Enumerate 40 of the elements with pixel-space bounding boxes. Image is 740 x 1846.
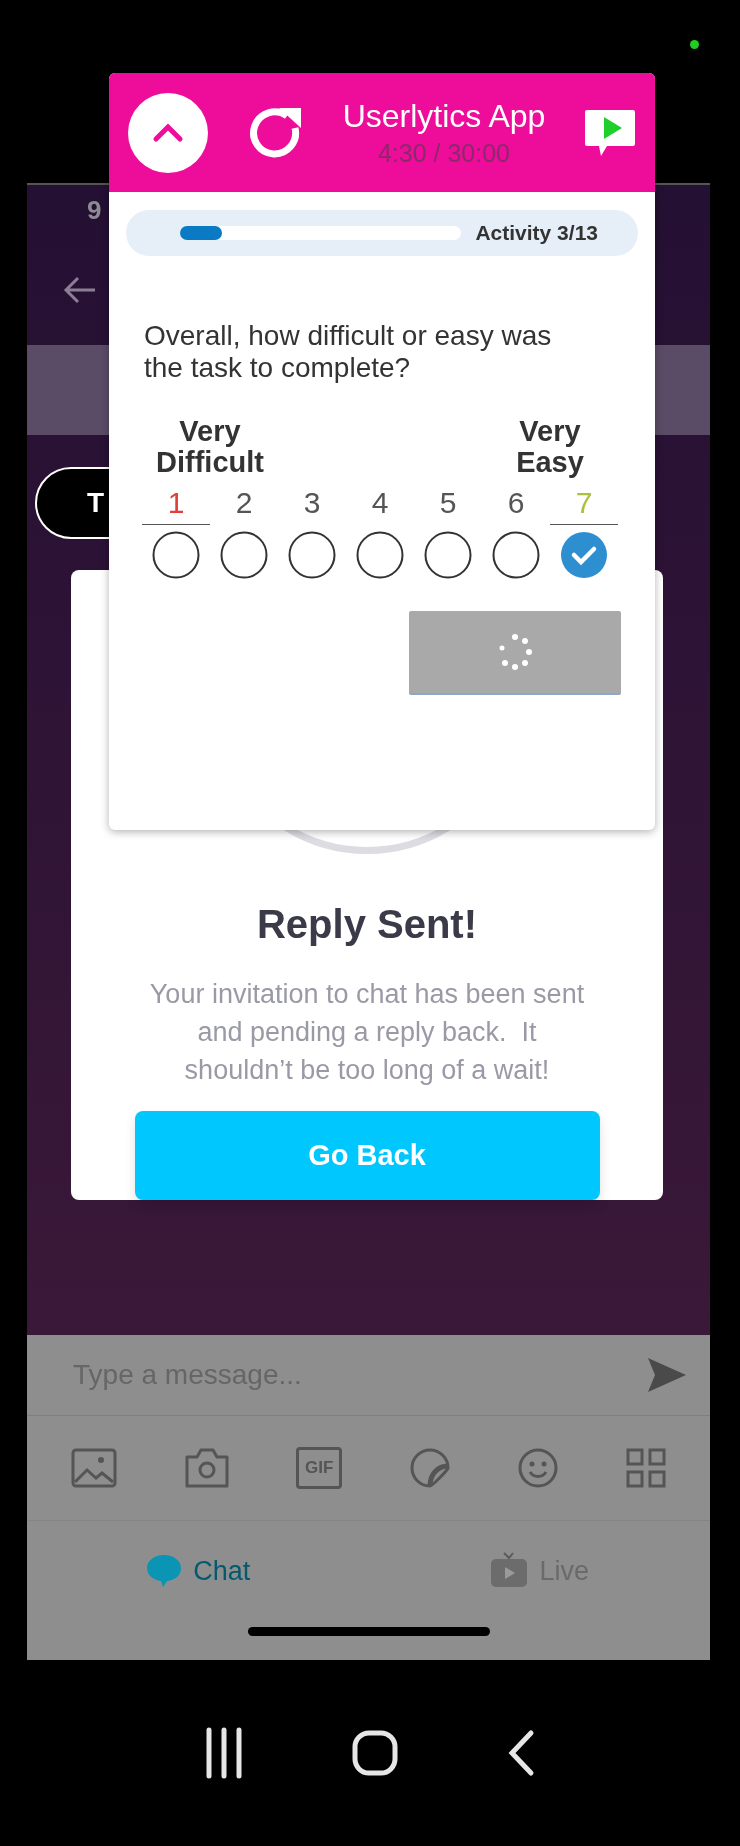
radio-button[interactable] xyxy=(220,531,268,579)
app-title: Userlytics App xyxy=(342,97,546,135)
scale-number: 3 xyxy=(302,485,322,521)
scale-number: 2 xyxy=(234,485,254,521)
radio-button[interactable] xyxy=(288,531,336,579)
session-timer: 4:30 / 30:00 xyxy=(377,138,511,168)
sticker-icon[interactable] xyxy=(408,1447,451,1489)
scale-number: 4 xyxy=(370,485,390,521)
home-icon[interactable] xyxy=(352,1730,398,1776)
radio-button[interactable] xyxy=(152,531,200,579)
camera-icon[interactable] xyxy=(183,1447,230,1489)
scale-number: 5 xyxy=(438,485,458,521)
scale-label: Very Difficult xyxy=(155,416,265,478)
activity-label: Activity 3/13 xyxy=(475,221,598,245)
status-time: 9 xyxy=(87,194,102,226)
image-icon[interactable] xyxy=(71,1448,117,1488)
scale-number: 6 xyxy=(506,485,526,521)
modal-message: Your invitation to chat has been sent and pending a reply back. It shouldn’t be too long of a wait! xyxy=(148,978,586,1088)
radio-button[interactable] xyxy=(356,531,404,579)
chat-bubble-icon xyxy=(145,1553,184,1589)
back-arrow-icon[interactable] xyxy=(63,275,97,305)
nav-tab[interactable]: Chat xyxy=(27,1521,369,1621)
gif-icon[interactable]: GIF xyxy=(296,1447,343,1489)
apps-grid-icon[interactable] xyxy=(626,1448,666,1488)
emoji-icon[interactable] xyxy=(517,1447,560,1489)
scale-number: 7 xyxy=(550,480,618,525)
scale-number: 1 xyxy=(142,480,210,525)
recent-apps-icon[interactable] xyxy=(204,1727,243,1779)
screen-share-icon[interactable] xyxy=(583,107,637,158)
send-icon[interactable] xyxy=(646,1356,688,1394)
radio-button[interactable] xyxy=(492,531,540,579)
back-icon[interactable] xyxy=(507,1729,536,1777)
collapse-icon[interactable] xyxy=(127,91,209,174)
scale-label: Very Easy xyxy=(515,416,585,478)
go-back-button[interactable]: Go Back xyxy=(134,1111,600,1200)
radio-button[interactable] xyxy=(560,531,608,579)
radio-button[interactable] xyxy=(424,531,472,579)
question-text: Overall, how difficult or easy was the task to complete? xyxy=(144,320,553,384)
camera-indicator-icon xyxy=(690,40,699,49)
modal-title: Reply Sent! xyxy=(256,902,477,948)
